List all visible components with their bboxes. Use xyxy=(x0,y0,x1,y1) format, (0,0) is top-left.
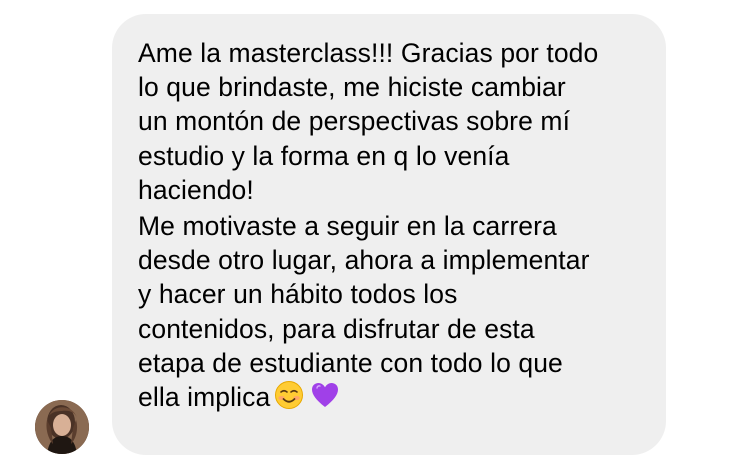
purple-heart-icon xyxy=(310,380,340,418)
message-line: estudio y la forma en q lo venía xyxy=(138,140,510,171)
message-line: y hacer un hábito todos los xyxy=(138,279,458,310)
message-line: haciendo! xyxy=(138,174,254,205)
message-line: desde otro lugar, ahora a implementar xyxy=(138,245,590,276)
message-paragraph-1: Ame la masterclass!!! Gracias por todo l… xyxy=(138,36,646,207)
message-line: un montón de perspectivas sobre mí xyxy=(138,106,571,137)
avatar[interactable] xyxy=(35,400,89,454)
message-line: Me motivaste a seguir en la carrera xyxy=(138,211,557,242)
message-line: ella implica xyxy=(138,382,271,413)
smiling-face-icon xyxy=(274,380,304,418)
message-bubble[interactable]: Ame la masterclass!!! Gracias por todo l… xyxy=(112,14,666,455)
message-line: etapa de estudiante con todo lo que xyxy=(138,347,563,378)
message-line: lo que brindaste, me hiciste cambiar xyxy=(138,72,566,103)
avatar-photo xyxy=(35,400,89,454)
message-line: Ame la masterclass!!! Gracias por todo xyxy=(138,38,599,68)
message-last-line: ella implica xyxy=(138,380,646,418)
message-paragraph-2: Me motivaste a seguir en la carrera desd… xyxy=(138,209,646,418)
message-line: contenidos, para disfrutar de esta xyxy=(138,313,535,344)
